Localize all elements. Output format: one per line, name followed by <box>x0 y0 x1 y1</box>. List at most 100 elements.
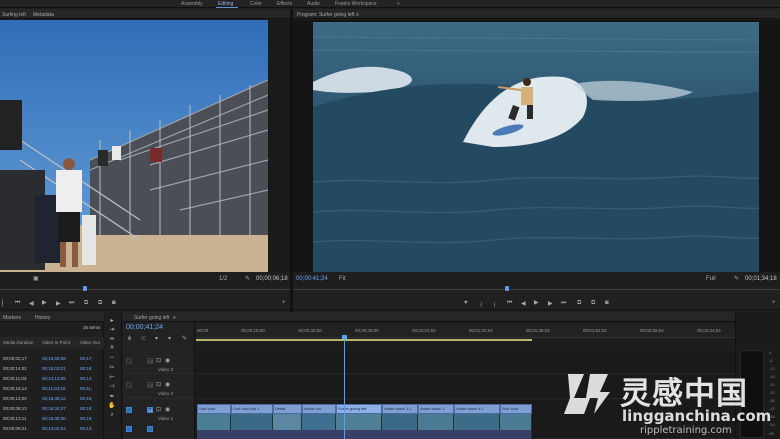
column-video-out[interactable]: Video Out <box>80 340 100 345</box>
source-wrench-icon[interactable]: ✎ <box>245 275 250 282</box>
tab-markers[interactable]: Markers <box>3 315 21 321</box>
track-v2-lock-icon[interactable]: ⊡ <box>156 381 161 388</box>
row-5-in[interactable]: 00;16;34;07 <box>42 406 66 411</box>
row-4-duration[interactable]: 00;00;13;00 <box>3 396 27 401</box>
clip-7[interactable]: Adam wave 4.1 <box>454 404 500 414</box>
tab-history[interactable]: History <box>35 315 51 321</box>
source-scrub-bar[interactable] <box>0 289 290 290</box>
timeline-timecode[interactable]: 00;00;41;24 <box>126 324 163 331</box>
clip-1[interactable]: Surf cont clip 1 <box>231 404 273 414</box>
row-0-out[interactable]: 00;17; <box>80 356 93 361</box>
row-5-out[interactable]: 00;16; <box>80 406 93 411</box>
source-overwrite-icon[interactable]: ⧉ <box>98 300 102 307</box>
row-2-out[interactable]: 00;14; <box>80 376 93 381</box>
track-target-v2[interactable]: V2 <box>147 382 153 388</box>
track-target-v3[interactable]: V3 <box>147 358 153 364</box>
timeline-playhead[interactable] <box>344 338 345 439</box>
workspace-tab-assembly[interactable]: Assembly <box>181 1 203 7</box>
workspace-tab-franks[interactable]: Franks Workspace <box>335 1 377 7</box>
program-playhead-marker[interactable] <box>505 286 509 291</box>
hand-tool-icon[interactable]: ✋ <box>108 403 116 409</box>
row-7-in[interactable]: 00;13;02;04 <box>42 426 66 431</box>
source-play-icon[interactable]: ▶ <box>42 299 47 306</box>
program-go-to-out-icon[interactable]: ⏭ <box>561 300 566 307</box>
program-add-marker-icon[interactable]: ♥ <box>464 300 468 306</box>
source-mark-in-icon[interactable]: ▏ <box>2 300 7 307</box>
row-0-duration[interactable]: 00;00;02;17 <box>3 356 27 361</box>
row-3-out[interactable]: 00;11; <box>80 386 92 391</box>
source-insert-icon[interactable]: ⧉ <box>84 300 88 307</box>
workspace-overflow-icon[interactable]: » <box>397 1 400 7</box>
program-quality-select[interactable]: Full <box>706 276 716 282</box>
zoom-tool-icon[interactable]: ⌕ <box>108 412 116 418</box>
row-2-duration[interactable]: 00;00;11;03 <box>3 376 26 381</box>
row-6-duration[interactable]: 00;00;13;11 <box>3 416 26 421</box>
row-5-duration[interactable]: 00;00;08;13 <box>3 406 27 411</box>
clip-6[interactable]: Adam wave 1 <box>418 404 454 414</box>
clip-4[interactable]: Surfer going left <box>336 404 382 414</box>
source-patch-v1-toggle[interactable] <box>126 407 132 413</box>
rolling-edit-tool-icon[interactable]: # <box>108 345 116 351</box>
work-area-bar[interactable] <box>196 339 532 341</box>
track-target-v1[interactable]: V1 <box>147 407 153 413</box>
snap-icon[interactable]: ⋔ <box>127 335 132 342</box>
row-2-in[interactable]: 00;14;13;06 <box>42 376 66 381</box>
timeline-panel-menu-icon[interactable]: ≡ <box>173 315 176 321</box>
clip-3[interactable]: Inside out <box>302 404 336 414</box>
program-fit-select[interactable]: Fit <box>339 276 346 282</box>
program-tab-title[interactable]: Program: Surfer going left <box>297 12 354 18</box>
source-patch-v3-toggle[interactable] <box>126 358 132 364</box>
source-playhead-marker[interactable] <box>83 286 87 291</box>
row-7-out[interactable]: 00;13; <box>80 426 93 431</box>
source-tab-metadata[interactable]: Metadata <box>33 12 54 18</box>
source-fit-select[interactable]: 1/2 <box>219 276 227 282</box>
row-3-duration[interactable]: 00;00;16;14 <box>3 386 27 391</box>
program-mark-out-icon[interactable]: ⸠ <box>493 300 496 308</box>
clip-0[interactable]: Surf cont <box>197 404 231 414</box>
rate-stretch-tool-icon[interactable]: ↔ <box>108 354 116 360</box>
program-add-button-icon[interactable]: + <box>772 300 776 306</box>
timeline-sequence-tab[interactable]: Surfer going left <box>134 315 169 321</box>
source-patch-v2-toggle[interactable] <box>126 382 132 388</box>
workspace-tab-audio[interactable]: Audio <box>307 1 320 7</box>
track-v2-eye-icon[interactable]: ◉ <box>165 381 170 388</box>
row-4-out[interactable]: 00;16; <box>80 396 93 401</box>
linked-selection-icon[interactable]: ⊂ <box>141 335 146 342</box>
column-media-duration[interactable]: Media Duration <box>3 340 34 345</box>
workspace-tab-effects[interactable]: Effects <box>277 1 292 7</box>
source-settings-icon[interactable]: ▣ <box>33 275 39 282</box>
column-video-in-point[interactable]: Video In Point <box>42 340 70 345</box>
audio-clip-a1[interactable] <box>197 430 532 439</box>
program-extract-icon[interactable]: ⧉ <box>591 300 595 307</box>
source-add-button-icon[interactable]: + <box>282 300 286 306</box>
source-step-forward-icon[interactable]: ▶ <box>56 300 61 307</box>
program-scrub-bar[interactable] <box>293 289 780 290</box>
source-export-frame-icon[interactable]: ◙ <box>112 300 116 306</box>
selection-tool-icon[interactable]: ▸ <box>108 318 116 324</box>
source-step-back-icon[interactable]: ◀ <box>29 300 34 307</box>
track-v3-lock-icon[interactable]: ⊡ <box>156 357 161 364</box>
row-1-duration[interactable]: 00;00;14;02 <box>3 366 27 371</box>
slide-tool-icon[interactable]: ⊣ <box>108 384 116 390</box>
program-export-frame-icon[interactable]: ◙ <box>605 300 609 306</box>
track-v1-eye-icon[interactable]: ◉ <box>165 406 170 413</box>
source-tab-clip[interactable]: Surfing left <box>2 12 26 18</box>
program-mark-in-icon[interactable]: ⸡ <box>479 300 482 308</box>
track-select-tool-icon[interactable]: ⇥ <box>108 327 116 333</box>
slip-tool-icon[interactable]: ⊢ <box>108 375 116 381</box>
track-target-a1[interactable] <box>147 426 153 432</box>
program-wrench-icon[interactable]: ✎ <box>734 275 739 282</box>
timeline-marker-icon[interactable]: ▾ <box>168 335 171 342</box>
pen-tool-icon[interactable]: ✒ <box>108 394 116 400</box>
timeline-settings-icon[interactable]: ✎ <box>182 335 187 342</box>
program-go-to-in-icon[interactable]: ⏮ <box>507 300 512 307</box>
row-6-out[interactable]: 00;19; <box>80 416 93 421</box>
program-panel-menu-icon[interactable]: ≡ <box>356 12 359 18</box>
program-lift-icon[interactable]: ⧉ <box>577 300 581 307</box>
source-patch-a1-toggle[interactable] <box>126 426 132 432</box>
program-timecode[interactable]: 00;00;41;24 <box>296 276 328 282</box>
row-0-in[interactable]: 00;16;58;08 <box>42 356 66 361</box>
row-1-out[interactable]: 00;18; <box>80 366 93 371</box>
clip-5[interactable]: Adam wave 1.2 <box>382 404 418 414</box>
program-play-icon[interactable]: ▶ <box>534 299 539 306</box>
